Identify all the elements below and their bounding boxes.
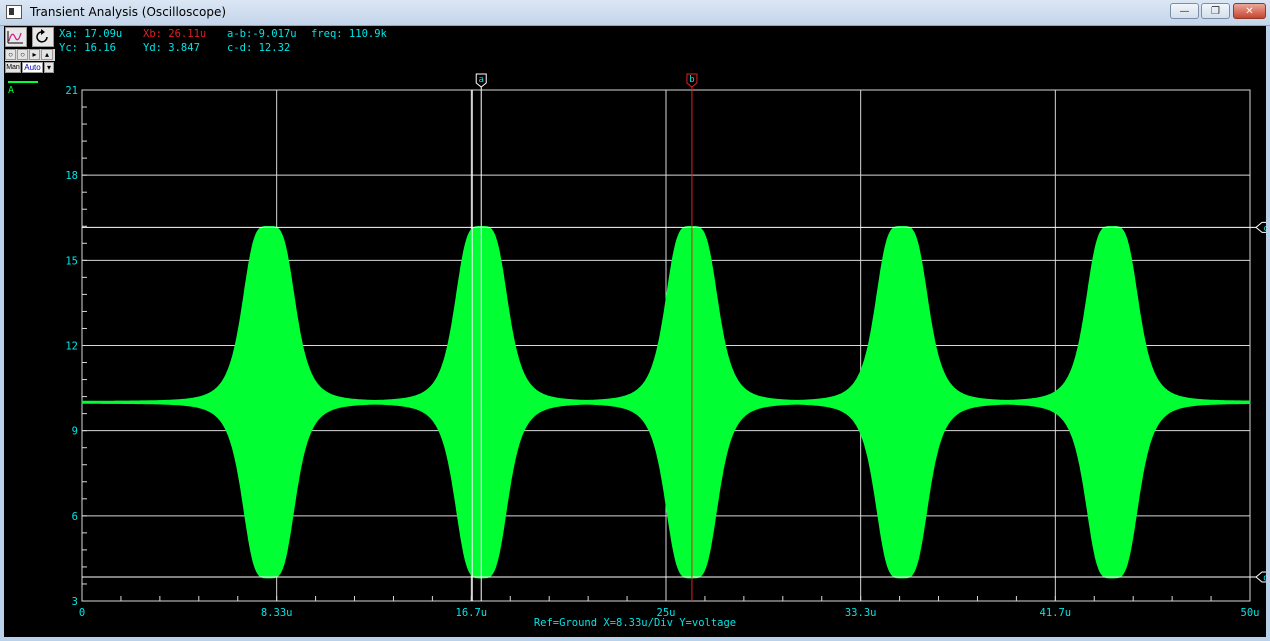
cursor-b-label: b	[689, 75, 694, 85]
scope-area: ○ ○ ▸ ▴ Man Auto ▾ Xa: 17.09u Xb: 26.11u…	[4, 26, 1266, 637]
restore-icon: ❐	[1211, 5, 1220, 17]
restore-button[interactable]: ❐	[1201, 3, 1230, 19]
cursor-d-label: d	[1263, 573, 1266, 583]
minimize-icon: —	[1179, 5, 1190, 17]
minimize-button[interactable]: —	[1170, 3, 1199, 19]
app-icon[interactable]	[6, 5, 22, 19]
y-tick-label: 21	[65, 85, 78, 97]
y-tick-label: 18	[65, 170, 78, 182]
y-tick-label: 12	[65, 341, 78, 353]
scope-settings-footer: Ref=Ground X=8.33u/Div Y=voltage	[533, 617, 737, 629]
title-bar: Transient Analysis (Oscilloscope) — ❐ ✕	[0, 0, 1270, 26]
close-button[interactable]: ✕	[1233, 3, 1266, 19]
cursor-c-label: c	[1263, 224, 1266, 234]
window-title: Transient Analysis (Oscilloscope)	[30, 5, 227, 19]
y-tick-label: 3	[72, 596, 78, 608]
cursor-a-label: a	[479, 75, 484, 85]
y-tick-label: 9	[72, 426, 78, 438]
y-tick-label: 6	[72, 511, 78, 523]
y-tick-label: 15	[65, 255, 78, 267]
close-icon: ✕	[1245, 5, 1254, 17]
oscilloscope-plot[interactable]: 08.33u16.7u25u33.3u41.7u50u36912151821cd…	[4, 26, 1266, 637]
